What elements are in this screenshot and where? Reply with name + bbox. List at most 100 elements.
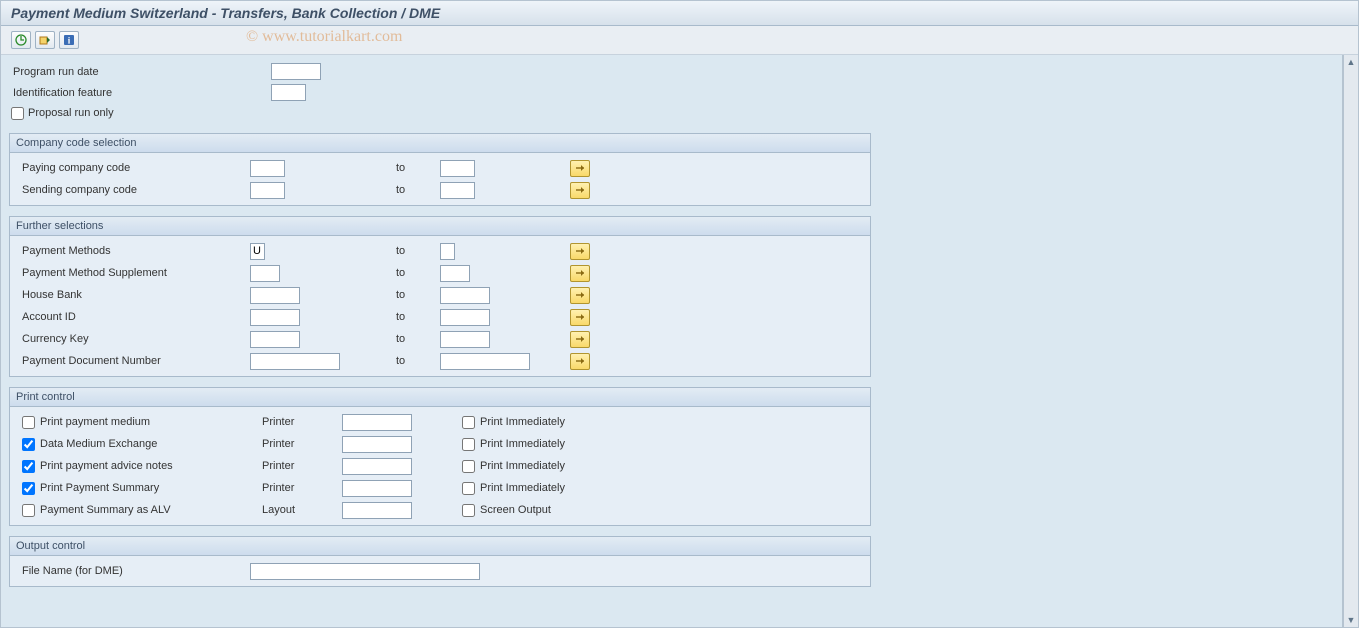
print-option-text: Payment Summary as ALV [40, 504, 171, 516]
to-input[interactable] [440, 309, 490, 326]
to-input[interactable] [440, 182, 475, 199]
multiple-selection-button[interactable] [570, 353, 590, 370]
to-input[interactable] [440, 287, 490, 304]
printer-layout-input[interactable] [342, 480, 412, 497]
to-input[interactable] [440, 265, 470, 282]
from-input[interactable] [250, 182, 285, 199]
multiple-selection-button[interactable] [570, 265, 590, 282]
content-area: Program run date Identification feature … [1, 55, 1343, 627]
print-option-text: Print payment advice notes [40, 460, 173, 472]
identification-feature-input[interactable] [271, 84, 306, 101]
to-label: to [396, 355, 440, 367]
print-immediately-text: Print Immediately [480, 482, 565, 494]
printer-layout-input[interactable] [342, 436, 412, 453]
print-option-label: Print Payment Summary [22, 482, 262, 495]
toolbar: i © www.tutorialkart.com [1, 26, 1358, 55]
from-input[interactable] [250, 243, 265, 260]
multiple-selection-icon [574, 312, 586, 322]
group-print-control-header: Print control [10, 388, 870, 407]
to-label: to [396, 311, 440, 323]
printer-layout-input[interactable] [342, 458, 412, 475]
print-immediately-checkbox[interactable] [462, 416, 475, 429]
multiple-selection-button[interactable] [570, 160, 590, 177]
further-selection-row: Payment Method Supplement to [22, 262, 858, 284]
proposal-run-only-checkbox[interactable] [11, 107, 24, 120]
print-option-checkbox[interactable] [22, 460, 35, 473]
company-code-row: Paying company code to [22, 157, 858, 179]
print-control-row: Data Medium Exchange Printer Print Immed… [22, 433, 858, 455]
multiple-selection-button[interactable] [570, 309, 590, 326]
group-output-control-header: Output control [10, 537, 870, 556]
to-label: to [396, 245, 440, 257]
print-immediately-checkbox[interactable] [462, 460, 475, 473]
identification-feature-label: Identification feature [11, 87, 271, 99]
group-company-code: Company code selection Paying company co… [9, 133, 871, 206]
to-input[interactable] [440, 243, 455, 260]
to-input[interactable] [440, 353, 530, 370]
print-option-checkbox[interactable] [22, 416, 35, 429]
print-option-checkbox[interactable] [22, 482, 35, 495]
print-option-checkbox[interactable] [22, 504, 35, 517]
main-window: Payment Medium Switzerland - Transfers, … [0, 0, 1359, 628]
group-output-control: Output control File Name (for DME) [9, 536, 871, 587]
body-container: Program run date Identification feature … [1, 55, 1358, 627]
top-parameters: Program run date Identification feature … [11, 61, 873, 123]
to-label: to [396, 184, 440, 196]
multiple-selection-icon [574, 334, 586, 344]
field-label: Payment Document Number [22, 355, 250, 367]
print-immediately-label: Print Immediately [462, 460, 565, 473]
print-immediately-label: Screen Output [462, 504, 551, 517]
field-label: Payment Method Supplement [22, 267, 250, 279]
multiple-selection-icon [574, 185, 586, 195]
print-immediately-text: Print Immediately [480, 460, 565, 472]
scroll-up-icon[interactable]: ▲ [1347, 55, 1356, 69]
get-variant-button[interactable] [35, 31, 55, 49]
multiple-selection-button[interactable] [570, 287, 590, 304]
print-control-row: Print payment medium Printer Print Immed… [22, 411, 858, 433]
vertical-scrollbar[interactable]: ▲ ▼ [1343, 55, 1358, 627]
field-label: Sending company code [22, 184, 250, 196]
info-button[interactable]: i [59, 31, 79, 49]
to-input[interactable] [440, 331, 490, 348]
execute-button[interactable] [11, 31, 31, 49]
from-input[interactable] [250, 160, 285, 177]
print-immediately-label: Print Immediately [462, 416, 565, 429]
to-label: to [396, 162, 440, 174]
print-option-checkbox[interactable] [22, 438, 35, 451]
from-input[interactable] [250, 353, 340, 370]
printer-layout-input[interactable] [342, 414, 412, 431]
company-code-row: Sending company code to [22, 179, 858, 201]
multiple-selection-icon [574, 163, 586, 173]
group-company-code-header: Company code selection [10, 134, 870, 153]
execute-icon [15, 34, 27, 46]
multiple-selection-button[interactable] [570, 331, 590, 348]
scroll-down-icon[interactable]: ▼ [1347, 613, 1356, 627]
print-immediately-label: Print Immediately [462, 438, 565, 451]
field-label: Paying company code [22, 162, 250, 174]
print-immediately-text: Print Immediately [480, 416, 565, 428]
print-option-label: Print payment medium [22, 416, 262, 429]
multiple-selection-button[interactable] [570, 182, 590, 199]
print-immediately-checkbox[interactable] [462, 438, 475, 451]
print-immediately-checkbox[interactable] [462, 482, 475, 495]
multiple-selection-icon [574, 268, 586, 278]
group-print-control-body: Print payment medium Printer Print Immed… [10, 407, 870, 525]
file-name-input[interactable] [250, 563, 480, 580]
print-immediately-checkbox[interactable] [462, 504, 475, 517]
further-selection-row: Currency Key to [22, 328, 858, 350]
from-input[interactable] [250, 265, 280, 282]
field-label: Payment Methods [22, 245, 250, 257]
printer-layout-input[interactable] [342, 502, 412, 519]
group-further-selections-body: Payment Methods to Payment Method Supple… [10, 236, 870, 376]
program-run-date-input[interactable] [271, 63, 321, 80]
page-title: Payment Medium Switzerland - Transfers, … [11, 5, 440, 21]
multiple-selection-button[interactable] [570, 243, 590, 260]
from-input[interactable] [250, 287, 300, 304]
from-input[interactable] [250, 309, 300, 326]
from-input[interactable] [250, 331, 300, 348]
print-immediately-label: Print Immediately [462, 482, 565, 495]
print-option-text: Print Payment Summary [40, 482, 159, 494]
info-icon: i [63, 34, 75, 46]
to-input[interactable] [440, 160, 475, 177]
printer-layout-label: Printer [262, 438, 342, 450]
